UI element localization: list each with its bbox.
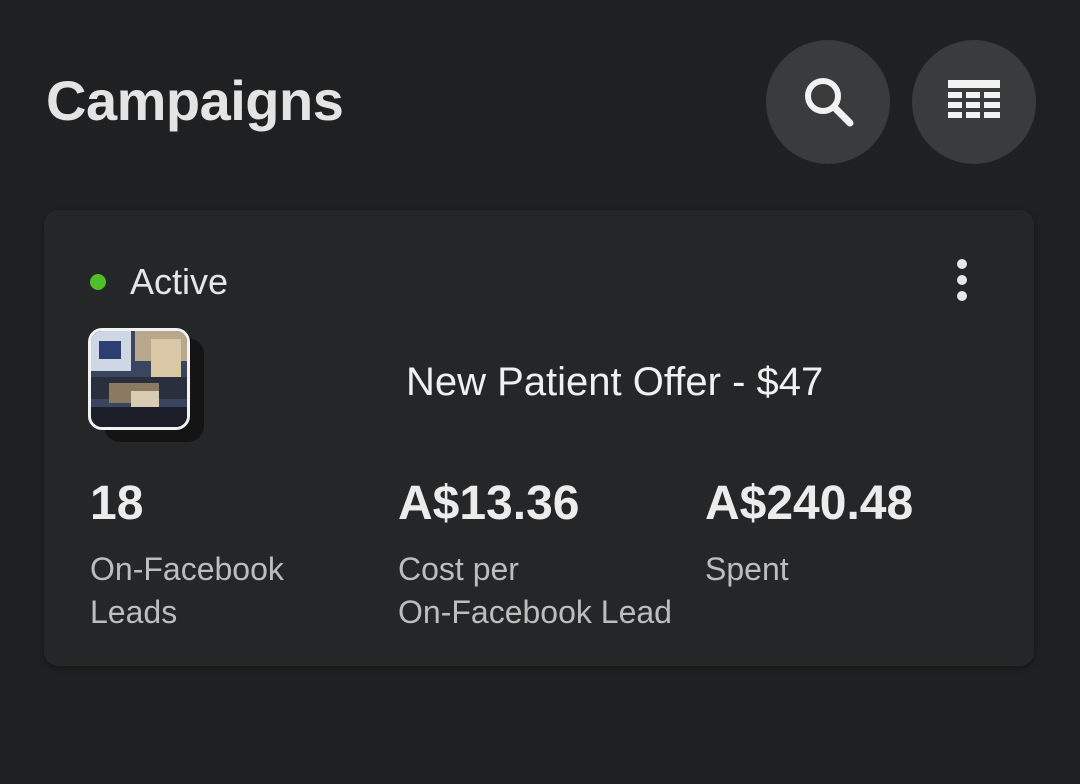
metric-leads: 18 On-Facebook Leads [90,474,284,634]
metric-value: A$240.48 [705,477,914,530]
metric-value: 18 [90,477,144,530]
header: Campaigns [0,0,1080,200]
search-button[interactable] [766,40,890,164]
metric-cost-per-lead: A$13.36 Cost per On-Facebook Lead [398,474,672,634]
more-vertical-icon [957,256,967,304]
metric-label: Cost per On-Facebook Lead [398,548,672,634]
campaign-card[interactable]: Active New Patient Offer - $47 18 On-Fac… [44,210,1034,666]
search-icon [805,78,854,127]
campaign-thumbnail [88,328,190,430]
metric-label-line: On-Facebook [90,551,284,587]
table-view-button[interactable] [912,40,1036,164]
metric-value: A$13.36 [398,477,580,530]
metric-label-line: Spent [705,551,789,587]
metric-label-line: Leads [90,594,178,630]
status-badge: Active [90,262,228,302]
metric-label: Spent [705,548,913,591]
more-options-button[interactable] [940,250,984,310]
table-view-icon [948,80,1000,118]
metric-label: On-Facebook Leads [90,548,284,634]
page-title: Campaigns [46,69,344,132]
metric-label-line: On-Facebook Lead [398,594,672,630]
metric-spent: A$240.48 Spent [705,474,913,591]
status-label: Active [130,261,229,302]
campaign-name[interactable]: New Patient Offer - $47 [406,356,823,408]
status-dot [90,274,106,290]
metric-label-line: Cost per [398,551,519,587]
